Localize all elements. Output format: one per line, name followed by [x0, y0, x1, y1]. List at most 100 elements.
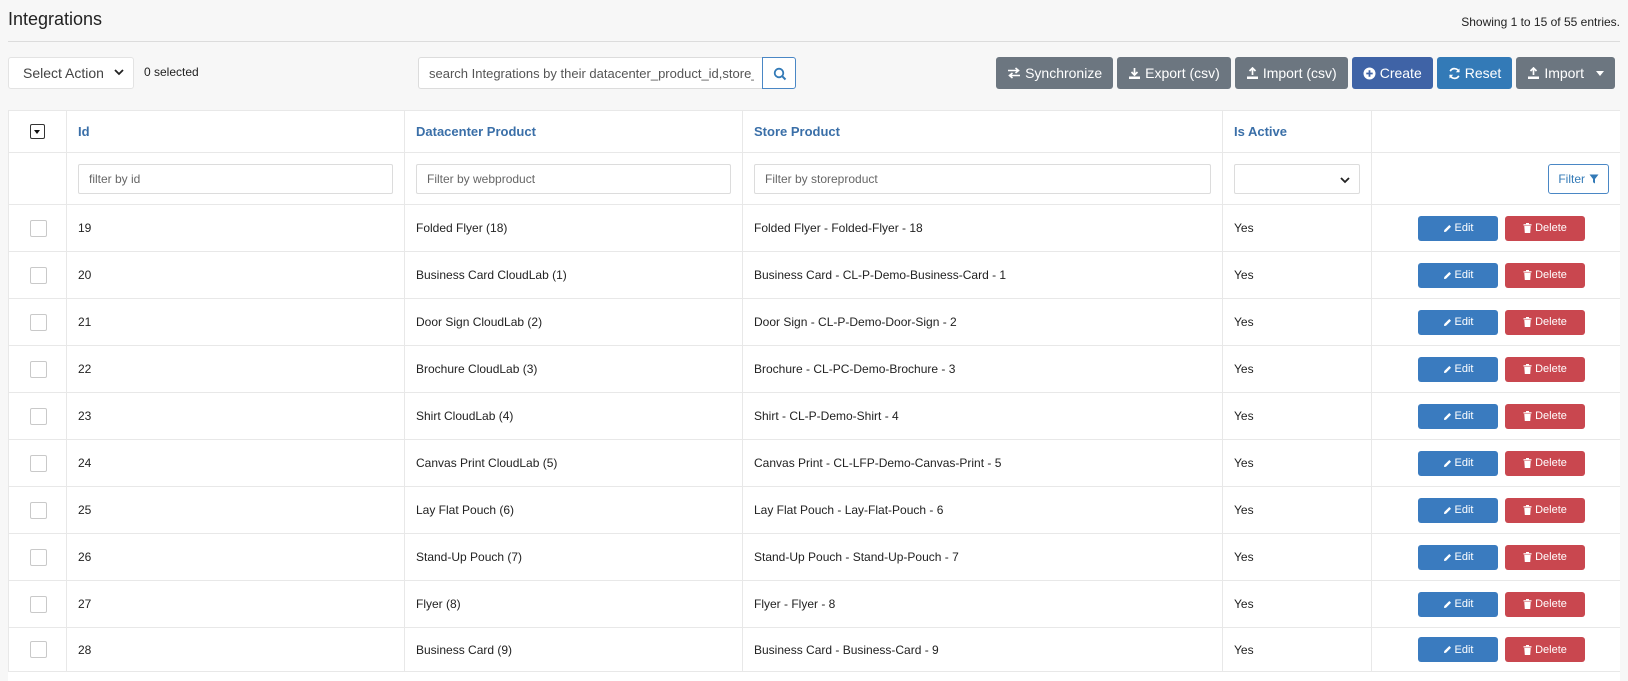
delete-button[interactable]: Delete [1505, 544, 1585, 570]
row-checkbox[interactable] [30, 266, 47, 284]
row-checkbox[interactable] [30, 454, 47, 472]
delete-button[interactable]: Delete [1505, 403, 1585, 429]
trash-icon [1523, 644, 1532, 655]
edit-button[interactable]: Edit [1418, 637, 1498, 662]
row-checkbox[interactable] [30, 407, 47, 425]
select-all-checkbox[interactable] [30, 124, 45, 139]
row-checkbox[interactable] [30, 360, 47, 378]
page-header: Integrations Showing 1 to 15 of 55 entri… [8, 0, 1620, 42]
row-checkbox[interactable] [30, 641, 47, 658]
table-row[interactable]: 27 Flyer (8) Flyer - Flyer - 8 Yes Edit [8, 580, 1620, 628]
column-header-store-product[interactable]: Store Product [742, 110, 1223, 153]
row-checkbox-cell [8, 204, 67, 252]
table-row[interactable]: 23 Shirt CloudLab (4) Shirt - CL-P-Demo-… [8, 392, 1620, 440]
trash-icon [1523, 270, 1532, 280]
table-row[interactable]: 19 Folded Flyer (18) Folded Flyer - Fold… [8, 204, 1620, 252]
table-row[interactable]: 22 Brochure CloudLab (3) Brochure - CL-P… [8, 345, 1620, 393]
edit-button[interactable]: Edit [1418, 403, 1498, 429]
edit-button[interactable]: Edit [1418, 544, 1498, 570]
row-checkbox[interactable] [30, 219, 47, 237]
table-row[interactable]: 24 Canvas Print CloudLab (5) Canvas Prin… [8, 439, 1620, 487]
filter-button[interactable]: Filter [1548, 163, 1609, 194]
cell-id: 22 [66, 345, 405, 393]
edit-button[interactable]: Edit [1418, 497, 1498, 523]
row-checkbox[interactable] [30, 548, 47, 566]
pencil-icon [1443, 365, 1451, 373]
export-csv-button[interactable]: Export (csv) [1117, 57, 1231, 89]
caret-down-icon [34, 130, 40, 134]
column-header-id[interactable]: Id [66, 110, 405, 153]
delete-label: Delete [1535, 457, 1567, 469]
row-actions: Edit Delete [1383, 497, 1609, 523]
delete-label: Delete [1535, 598, 1567, 610]
delete-button[interactable]: Delete [1505, 215, 1585, 241]
create-button[interactable]: Create [1351, 57, 1433, 89]
import-csv-button[interactable]: Import (csv) [1234, 57, 1348, 89]
filter-id-input[interactable] [78, 163, 393, 194]
import-dropdown-button[interactable]: Import [1516, 57, 1615, 89]
filter-cell-datacenter [404, 152, 743, 205]
export-csv-label: Export (csv) [1145, 65, 1220, 81]
cell-is-active: Yes [1222, 204, 1372, 252]
delete-button[interactable]: Delete [1505, 591, 1585, 617]
chevron-down-icon [114, 69, 124, 76]
edit-button[interactable]: Edit [1418, 591, 1498, 617]
row-actions-cell: Edit Delete [1371, 392, 1620, 440]
delete-button[interactable]: Delete [1505, 497, 1585, 523]
edit-button[interactable]: Edit [1418, 309, 1498, 335]
row-actions: Edit Delete [1383, 215, 1609, 241]
cell-is-active: Yes [1222, 627, 1372, 672]
row-checkbox[interactable] [30, 313, 47, 331]
column-header-is-active[interactable]: Is Active [1222, 110, 1372, 153]
filter-cell-id [66, 152, 405, 205]
filter-store-input[interactable] [754, 163, 1211, 194]
filter-cell-empty [8, 152, 67, 205]
reset-button[interactable]: Reset [1436, 57, 1513, 89]
table-row[interactable]: 20 Business Card CloudLab (1) Business C… [8, 251, 1620, 299]
select-action-dropdown[interactable]: Select Action [8, 57, 134, 89]
row-actions: Edit Delete [1383, 262, 1609, 288]
row-checkbox-cell [8, 251, 67, 299]
edit-button[interactable]: Edit [1418, 215, 1498, 241]
delete-button[interactable]: Delete [1505, 637, 1585, 662]
row-checkbox-cell [8, 439, 67, 487]
delete-button[interactable]: Delete [1505, 309, 1585, 335]
row-actions-cell: Edit Delete [1371, 486, 1620, 534]
table-row[interactable]: 28 Business Card (9) Business Card - Bus… [8, 627, 1620, 672]
cell-id: 21 [66, 298, 405, 346]
cell-is-active: Yes [1222, 392, 1372, 440]
row-checkbox-cell [8, 533, 67, 581]
synchronize-button[interactable]: Synchronize [996, 57, 1114, 89]
select-action-label: Select Action [23, 65, 104, 81]
row-checkbox[interactable] [30, 595, 47, 613]
delete-label: Delete [1535, 363, 1567, 375]
table-row[interactable]: 25 Lay Flat Pouch (6) Lay Flat Pouch - L… [8, 486, 1620, 534]
cell-datacenter-product: Business Card CloudLab (1) [404, 251, 743, 299]
search-button[interactable] [762, 57, 796, 89]
cell-is-active: Yes [1222, 298, 1372, 346]
edit-button[interactable]: Edit [1418, 262, 1498, 288]
table-row[interactable]: 26 Stand-Up Pouch (7) Stand-Up Pouch - S… [8, 533, 1620, 581]
import-csv-label: Import (csv) [1262, 65, 1337, 81]
row-actions-cell: Edit Delete [1371, 580, 1620, 628]
row-actions-cell: Edit Delete [1371, 251, 1620, 299]
edit-button[interactable]: Edit [1418, 356, 1498, 382]
search-input[interactable] [418, 57, 762, 89]
cell-store-product: Business Card - Business-Card - 9 [742, 627, 1223, 672]
delete-button[interactable]: Delete [1505, 262, 1585, 288]
filter-datacenter-input[interactable] [416, 163, 731, 194]
filter-is-active-select[interactable] [1234, 163, 1360, 194]
row-actions-cell: Edit Delete [1371, 627, 1620, 672]
cell-is-active: Yes [1222, 439, 1372, 487]
delete-button[interactable]: Delete [1505, 356, 1585, 382]
trash-icon [1523, 599, 1532, 609]
upload-icon [1246, 66, 1258, 79]
cell-datacenter-product: Canvas Print CloudLab (5) [404, 439, 743, 487]
row-checkbox[interactable] [30, 501, 47, 519]
column-header-datacenter-product[interactable]: Datacenter Product [404, 110, 743, 153]
funnel-icon [1589, 174, 1599, 183]
edit-button[interactable]: Edit [1418, 450, 1498, 476]
row-actions-cell: Edit Delete [1371, 345, 1620, 393]
delete-button[interactable]: Delete [1505, 450, 1585, 476]
table-row[interactable]: 21 Door Sign CloudLab (2) Door Sign - CL… [8, 298, 1620, 346]
